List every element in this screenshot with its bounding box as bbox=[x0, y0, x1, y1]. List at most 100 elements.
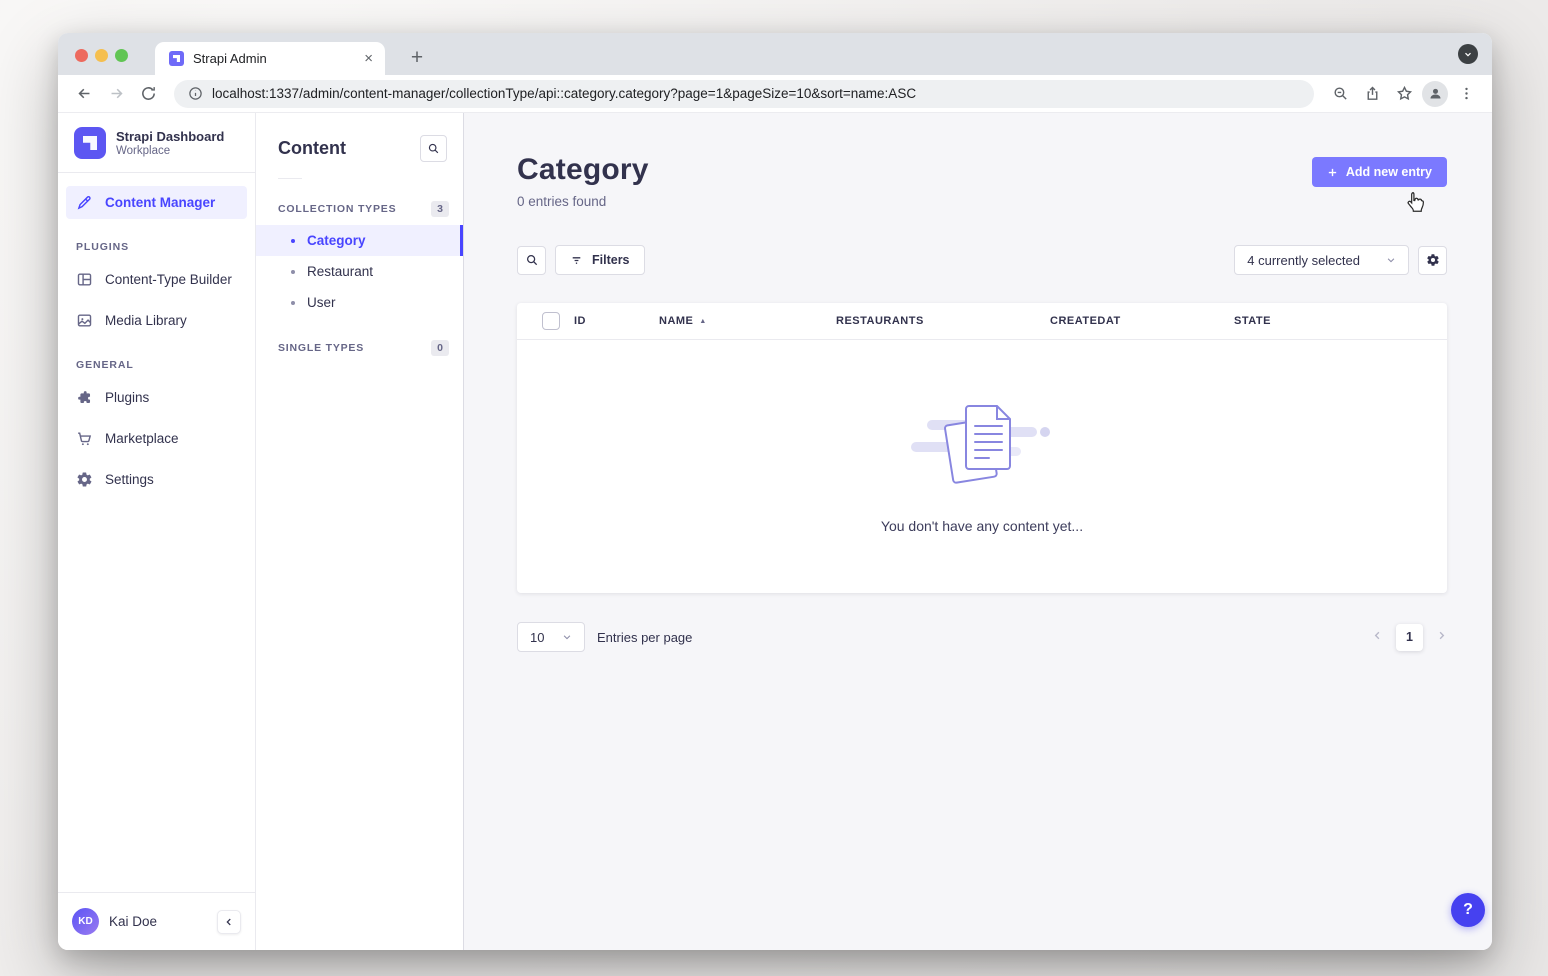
gear-icon bbox=[1426, 253, 1440, 267]
sidebar-item-media-library[interactable]: Media Library bbox=[66, 304, 247, 337]
share-icon[interactable] bbox=[1358, 80, 1386, 108]
main-sidebar: Strapi Dashboard Workplace Content Manag… bbox=[58, 113, 256, 950]
sidebar-user-block: KD Kai Doe bbox=[58, 892, 255, 950]
browser-window: Strapi Admin × + localhost:1337/admin/co… bbox=[58, 33, 1492, 950]
column-header-name[interactable]: NAME bbox=[659, 315, 693, 327]
zoom-out-icon[interactable] bbox=[1326, 80, 1354, 108]
column-header-state[interactable]: STATE bbox=[1234, 315, 1447, 327]
site-info-icon[interactable] bbox=[188, 86, 203, 101]
tab-strip: Strapi Admin × + bbox=[58, 33, 1492, 75]
sidebar-item-plugins[interactable]: Plugins bbox=[66, 381, 247, 414]
tab-close-icon[interactable]: × bbox=[362, 50, 375, 67]
previous-page-icon[interactable] bbox=[1372, 628, 1383, 646]
sort-ascending-icon[interactable]: ▲ bbox=[699, 318, 706, 325]
back-icon[interactable] bbox=[70, 80, 98, 108]
add-new-entry-button[interactable]: Add new entry bbox=[1312, 157, 1447, 187]
content-panel-title: Content bbox=[278, 138, 346, 159]
bullet-icon bbox=[291, 301, 295, 305]
bullet-icon bbox=[291, 239, 295, 243]
window-controls bbox=[75, 49, 128, 62]
collection-types-label: COLLECTION TYPES bbox=[278, 203, 396, 215]
sidebar-item-content-type-builder[interactable]: Content-Type Builder bbox=[66, 263, 247, 296]
collection-type-label: Restaurant bbox=[307, 264, 373, 279]
page-size-dropdown[interactable]: 10 bbox=[517, 622, 585, 652]
user-name: Kai Doe bbox=[109, 914, 207, 929]
bookmark-star-icon[interactable] bbox=[1390, 80, 1418, 108]
help-button[interactable]: ? bbox=[1451, 893, 1485, 927]
chevron-left-icon bbox=[224, 917, 234, 927]
browser-menu-icon[interactable] bbox=[1452, 80, 1480, 108]
column-header-id[interactable]: ID bbox=[574, 315, 659, 327]
search-entries-button[interactable] bbox=[517, 246, 546, 275]
filter-icon bbox=[570, 254, 583, 267]
sidebar-section-general: GENERAL bbox=[58, 341, 255, 377]
content-panel: Content COLLECTION TYPES 3 Category Rest… bbox=[256, 113, 464, 950]
plus-icon bbox=[1327, 167, 1338, 178]
close-window-button[interactable] bbox=[75, 49, 88, 62]
page-number-1[interactable]: 1 bbox=[1396, 624, 1423, 651]
page-title: Category bbox=[517, 153, 649, 187]
image-icon bbox=[76, 312, 93, 329]
table-settings-button[interactable] bbox=[1418, 246, 1447, 275]
collection-types-count-badge: 3 bbox=[431, 201, 449, 217]
search-icon bbox=[427, 142, 440, 155]
fields-selected-dropdown[interactable]: 4 currently selected bbox=[1234, 245, 1409, 275]
reload-icon[interactable] bbox=[134, 80, 162, 108]
sidebar-item-content-manager[interactable]: Content Manager bbox=[66, 186, 247, 219]
single-types-count-badge: 0 bbox=[431, 340, 449, 356]
puzzle-icon bbox=[76, 389, 93, 406]
pen-icon bbox=[76, 194, 93, 211]
fields-selected-value: 4 currently selected bbox=[1247, 253, 1360, 268]
tab-title: Strapi Admin bbox=[193, 51, 353, 66]
forward-icon[interactable] bbox=[102, 80, 130, 108]
collection-type-user[interactable]: User bbox=[256, 287, 463, 318]
strapi-favicon bbox=[169, 51, 184, 66]
column-header-createdat[interactable]: CREATEDAT bbox=[1050, 315, 1234, 327]
filters-label: Filters bbox=[592, 253, 630, 267]
collection-type-label: User bbox=[307, 295, 336, 310]
filters-button[interactable]: Filters bbox=[555, 245, 645, 275]
strapi-admin-app: Strapi Dashboard Workplace Content Manag… bbox=[58, 113, 1492, 950]
sidebar-item-label: Plugins bbox=[105, 390, 149, 405]
maximize-window-button[interactable] bbox=[115, 49, 128, 62]
sidebar-item-label: Media Library bbox=[105, 313, 187, 328]
sidebar-section-plugins: PLUGINS bbox=[58, 223, 255, 259]
layout-icon bbox=[76, 271, 93, 288]
collection-type-restaurant[interactable]: Restaurant bbox=[256, 256, 463, 287]
search-content-types-button[interactable] bbox=[420, 135, 447, 162]
browser-profile-icon[interactable] bbox=[1422, 81, 1448, 107]
main-content: Category 0 entries found Add new entry F… bbox=[464, 113, 1492, 950]
minimize-window-button[interactable] bbox=[95, 49, 108, 62]
browser-toolbar: localhost:1337/admin/content-manager/col… bbox=[58, 75, 1492, 113]
strapi-logo bbox=[74, 127, 106, 159]
entries-count: 0 entries found bbox=[517, 194, 649, 209]
gear-icon bbox=[76, 471, 93, 488]
chevron-down-icon bbox=[1386, 253, 1396, 268]
entries-per-page-label: Entries per page bbox=[597, 630, 692, 645]
collection-type-category[interactable]: Category bbox=[256, 225, 463, 256]
column-header-restaurants[interactable]: RESTAURANTS bbox=[836, 315, 1050, 327]
collection-type-label: Category bbox=[307, 233, 366, 248]
browser-tab[interactable]: Strapi Admin × bbox=[155, 42, 385, 75]
bullet-icon bbox=[291, 270, 295, 274]
sidebar-item-marketplace[interactable]: Marketplace bbox=[66, 422, 247, 455]
new-tab-button[interactable]: + bbox=[402, 43, 432, 73]
divider bbox=[278, 178, 302, 179]
sidebar-item-label: Content-Type Builder bbox=[105, 272, 232, 287]
empty-message: You don't have any content yet... bbox=[881, 518, 1083, 534]
sidebar-item-label: Settings bbox=[105, 472, 154, 487]
cart-icon bbox=[76, 430, 93, 447]
collapse-sidebar-button[interactable] bbox=[217, 910, 241, 934]
download-indicator-icon[interactable] bbox=[1458, 44, 1478, 64]
sidebar-item-settings[interactable]: Settings bbox=[66, 463, 247, 496]
select-all-checkbox[interactable] bbox=[542, 312, 560, 330]
user-avatar[interactable]: KD bbox=[72, 908, 99, 935]
entries-table: ID NAME ▲ RESTAURANTS CREATEDAT STATE bbox=[517, 303, 1447, 593]
single-types-label: SINGLE TYPES bbox=[278, 342, 364, 354]
workspace-header[interactable]: Strapi Dashboard Workplace bbox=[58, 113, 255, 173]
page-size-value: 10 bbox=[530, 630, 544, 645]
app-name: Strapi Dashboard bbox=[116, 129, 224, 145]
url-bar[interactable]: localhost:1337/admin/content-manager/col… bbox=[174, 80, 1314, 108]
next-page-icon[interactable] bbox=[1436, 628, 1447, 646]
search-icon bbox=[525, 253, 539, 267]
